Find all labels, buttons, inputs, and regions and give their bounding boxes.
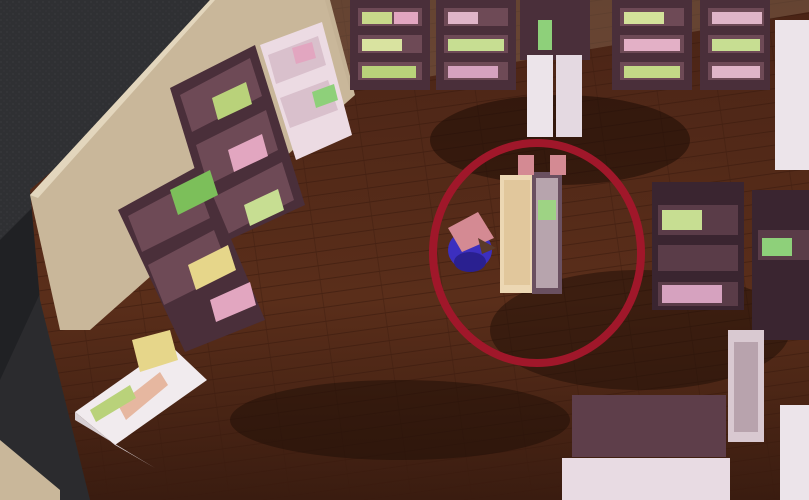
game-viewport[interactable] [0,0,809,500]
wall-bottom-strip [0,440,60,500]
center-bookshelves [500,155,566,294]
right-wall-shelf [775,20,809,170]
shadow [230,380,570,460]
